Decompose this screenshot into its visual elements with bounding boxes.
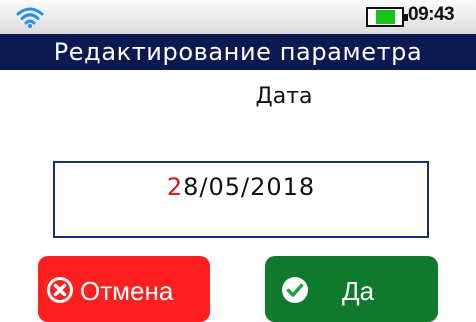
cancel-x-icon — [47, 277, 73, 303]
cancel-button[interactable]: Отмена — [38, 256, 210, 322]
wifi-icon — [16, 7, 44, 28]
clock: 09:43 — [408, 4, 455, 25]
battery-level — [376, 10, 395, 24]
status-bar: 09:43 — [0, 0, 476, 34]
battery-icon — [366, 7, 408, 27]
cursor-digit: 2 — [166, 173, 184, 201]
cancel-button-label: Отмена — [80, 276, 174, 306]
page-title: Редактирование параметра — [0, 34, 476, 70]
date-value-rest: 8/05/2018 — [183, 173, 316, 201]
ok-button[interactable]: Да — [265, 256, 438, 322]
date-value: 28/05/2018 — [55, 173, 427, 201]
check-icon — [282, 277, 308, 303]
date-input[interactable]: 28/05/2018 — [53, 161, 429, 238]
field-label: Дата — [255, 84, 313, 109]
ok-button-label: Да — [342, 276, 375, 306]
